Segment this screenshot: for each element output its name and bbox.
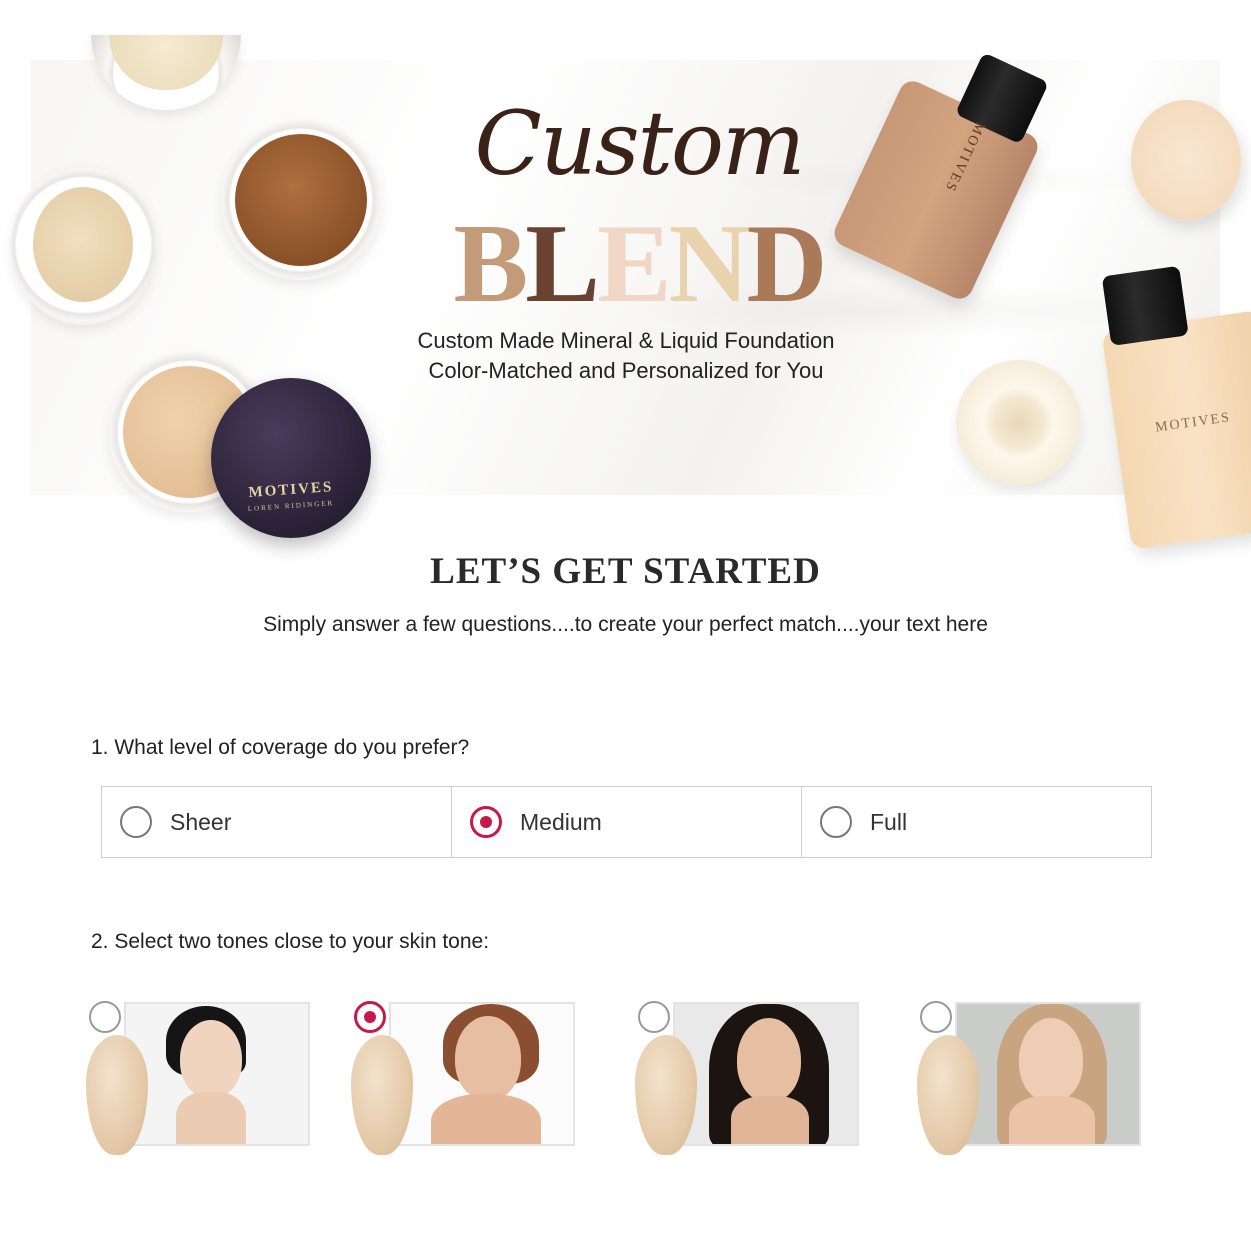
question-coverage-label: 1. What level of coverage do you prefer? [91, 736, 470, 759]
hero-subtitle-line1: Custom Made Mineral & Liquid Foundation [417, 328, 835, 353]
radio-sheer[interactable] [120, 806, 152, 838]
hero-subtitle-line2: Color-Matched and Personalized for You [428, 358, 824, 383]
blend-letter: E [596, 202, 672, 326]
tone-radio-3[interactable] [638, 1001, 670, 1033]
bottle-top-right [1131, 100, 1241, 220]
coverage-options: Sheer Medium Full [101, 786, 1152, 858]
blend-letter: B [453, 202, 529, 326]
blend-letter: D [746, 202, 828, 326]
tone-option-3[interactable] [635, 1000, 859, 1155]
bottle-label-light: MOTIVES [1154, 410, 1232, 436]
motives-lid: MOTIVES LOREN RIDINGER [211, 378, 371, 538]
section-title: LET’S GET STARTED [430, 551, 821, 592]
cream-bottle-open [956, 360, 1081, 485]
blend-letter: L [525, 202, 600, 326]
bottle-label: MOTIVES [941, 119, 988, 195]
model-photo-3 [673, 1002, 859, 1146]
tone-radio-4[interactable] [920, 1001, 952, 1033]
hero-title-blend: BLEND [419, 208, 859, 320]
question-tone-label: 2. Select two tones close to your skin t… [91, 930, 490, 953]
bottle-light: MOTIVES [1101, 265, 1251, 551]
model-photo-2 [389, 1002, 575, 1146]
tone-option-4[interactable] [917, 1000, 1141, 1155]
blend-letter: N [668, 202, 750, 326]
coverage-label-sheer: Sheer [170, 808, 232, 835]
section-lead: Simply answer a few questions....to crea… [263, 613, 988, 636]
tone-option-2[interactable] [351, 1000, 575, 1155]
tone-radio-1[interactable] [89, 1001, 121, 1033]
radio-medium[interactable] [470, 806, 502, 838]
coverage-option-medium[interactable]: Medium [452, 787, 802, 857]
coverage-option-sheer[interactable]: Sheer [102, 787, 452, 857]
hero-title-script: Custom [474, 92, 806, 195]
powder-jar-left [11, 165, 156, 325]
tone-radio-2[interactable] [354, 1001, 386, 1033]
hero-banner: MOTIVES LOREN RIDINGER MOTIVES MOTIVES C… [11, 35, 1251, 551]
model-photo-1 [124, 1002, 310, 1146]
radio-full[interactable] [820, 806, 852, 838]
coverage-label-medium: Medium [520, 808, 602, 835]
model-photo-4 [955, 1002, 1141, 1146]
coverage-label-full: Full [870, 808, 908, 835]
powder-jar-brown [221, 120, 381, 280]
coverage-option-full[interactable]: Full [802, 787, 1151, 857]
tone-option-1[interactable] [86, 1000, 310, 1155]
